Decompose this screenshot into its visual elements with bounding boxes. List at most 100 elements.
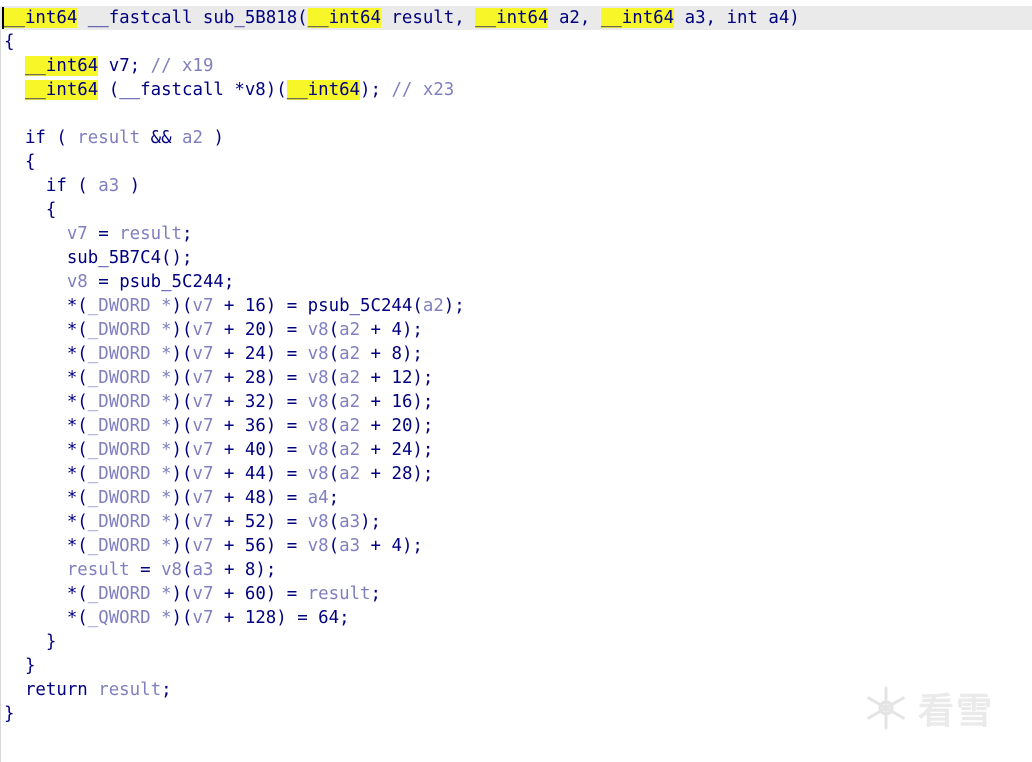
- code-line[interactable]: sub_5B7C4();: [0, 246, 1032, 270]
- code-line[interactable]: if ( result && a2 ): [0, 126, 1032, 150]
- code-token: );: [360, 80, 392, 100]
- code-line[interactable]: *(_DWORD *)(v7 + 16) = psub_5C244(a2);: [0, 294, 1032, 318]
- code-token: (: [328, 512, 340, 532]
- code-line[interactable]: {: [0, 30, 1032, 54]
- code-token: }: [4, 704, 15, 724]
- code-token: + 8);: [360, 344, 423, 364]
- variable-token: v8: [307, 440, 329, 460]
- variable-token: v7: [192, 368, 214, 388]
- variable-token: v8: [307, 464, 329, 484]
- code-token: + 28);: [360, 464, 434, 484]
- variable-token: result: [98, 680, 162, 700]
- code-line[interactable]: *(_DWORD *)(v7 + 28) = v8(a2 + 12);: [0, 366, 1032, 390]
- variable-token: a3: [339, 536, 361, 556]
- variable-token: v7: [192, 344, 214, 364]
- variable-token: v8: [307, 512, 329, 532]
- variable-token: result: [66, 560, 130, 580]
- code-line[interactable]: if ( a3 ): [0, 174, 1032, 198]
- code-token: *(: [4, 416, 88, 436]
- variable-token: v8: [307, 344, 329, 364]
- code-token: )(: [171, 416, 193, 436]
- variable-token: _DWORD *: [87, 416, 172, 436]
- code-token: )(: [171, 464, 193, 484]
- code-token: + 24) =: [213, 344, 308, 364]
- variable-token: v7: [192, 488, 214, 508]
- pseudocode-view[interactable]: __int64 __fastcall sub_5B818(__int64 res…: [0, 6, 1032, 726]
- code-line[interactable]: v8 = psub_5C244;: [0, 270, 1032, 294]
- code-line[interactable]: {: [0, 198, 1032, 222]
- code-line[interactable]: *(_DWORD *)(v7 + 36) = v8(a2 + 20);: [0, 414, 1032, 438]
- code-token: *(: [4, 464, 88, 484]
- code-line[interactable]: *(_DWORD *)(v7 + 20) = v8(a2 + 4);: [0, 318, 1032, 342]
- code-line[interactable]: *(_DWORD *)(v7 + 56) = v8(a3 + 4);: [0, 534, 1032, 558]
- code-line[interactable]: __int64 (__fastcall *v8)(__int64); // x2…: [0, 78, 1032, 102]
- code-token: a3, int a4): [674, 8, 800, 28]
- code-token: + 36) =: [213, 416, 308, 436]
- code-token: }: [4, 656, 36, 676]
- code-token: + 8);: [213, 560, 277, 580]
- snowflake-icon: [867, 686, 905, 730]
- variable-token: _DWORD *: [87, 488, 172, 508]
- variable-token: _DWORD *: [87, 320, 172, 340]
- variable-token: v7: [192, 512, 214, 532]
- variable-token: _DWORD *: [87, 440, 172, 460]
- code-token: *(: [4, 584, 88, 604]
- code-line[interactable]: v7 = result;: [0, 222, 1032, 246]
- function-signature-line[interactable]: __int64 __fastcall sub_5B818(__int64 res…: [0, 6, 1032, 30]
- code-line[interactable]: *(_DWORD *)(v7 + 24) = v8(a2 + 8);: [0, 342, 1032, 366]
- code-line[interactable]: }: [0, 654, 1032, 678]
- code-token: {: [4, 152, 36, 172]
- variable-token: v8: [307, 368, 329, 388]
- code-token: + 60) =: [213, 584, 308, 604]
- type-keyword-highlight: __int64: [475, 8, 549, 28]
- code-line[interactable]: result = v8(a3 + 8);: [0, 558, 1032, 582]
- variable-token: a3: [339, 512, 361, 532]
- code-token: &&: [140, 128, 183, 148]
- variable-token: a2: [422, 296, 444, 316]
- variable-token: _DWORD *: [87, 344, 172, 364]
- code-line[interactable]: {: [0, 150, 1032, 174]
- code-line[interactable]: *(_DWORD *)(v7 + 60) = result;: [0, 582, 1032, 606]
- code-token: *(: [4, 488, 88, 508]
- code-token: =: [129, 560, 162, 580]
- variable-token: v8: [307, 536, 329, 556]
- code-line[interactable]: *(_QWORD *)(v7 + 128) = 64;: [0, 606, 1032, 630]
- code-token: + 4);: [360, 320, 423, 340]
- code-token: }: [4, 632, 57, 652]
- variable-token: _DWORD *: [87, 392, 172, 412]
- code-line[interactable]: __int64 v7; // x19: [0, 54, 1032, 78]
- variable-token: result: [119, 224, 183, 244]
- code-token: + 40) =: [213, 440, 308, 460]
- code-token: )(: [171, 296, 193, 316]
- code-token: (: [328, 392, 340, 412]
- type-keyword-highlight: __int64: [286, 80, 361, 100]
- comment-token: // x23: [391, 80, 455, 100]
- variable-token: v7: [192, 392, 214, 412]
- code-line[interactable]: }: [0, 630, 1032, 654]
- variable-token: _DWORD *: [87, 512, 172, 532]
- code-token: =: [87, 224, 120, 244]
- code-line[interactable]: *(_DWORD *)(v7 + 32) = v8(a2 + 16);: [0, 390, 1032, 414]
- code-line[interactable]: *(_DWORD *)(v7 + 40) = v8(a2 + 24);: [0, 438, 1032, 462]
- code-token: + 16);: [360, 392, 434, 412]
- code-line[interactable]: [0, 102, 1032, 126]
- code-line[interactable]: *(_DWORD *)(v7 + 52) = v8(a3);: [0, 510, 1032, 534]
- code-token: )(: [171, 392, 193, 412]
- code-token: ;: [370, 584, 381, 604]
- variable-token: _DWORD *: [87, 536, 172, 556]
- code-token: result,: [380, 8, 476, 28]
- code-token: if (: [4, 128, 78, 148]
- type-keyword-highlight: __int64: [24, 56, 99, 76]
- code-token: )(: [171, 368, 193, 388]
- code-line[interactable]: *(_DWORD *)(v7 + 44) = v8(a2 + 28);: [0, 462, 1032, 486]
- code-token: v7;: [98, 56, 151, 76]
- variable-token: a3: [98, 176, 120, 196]
- variable-token: a2: [339, 440, 361, 460]
- code-token: (: [182, 560, 193, 580]
- code-token: + 28) =: [213, 368, 308, 388]
- code-line[interactable]: *(_DWORD *)(v7 + 48) = a4;: [0, 486, 1032, 510]
